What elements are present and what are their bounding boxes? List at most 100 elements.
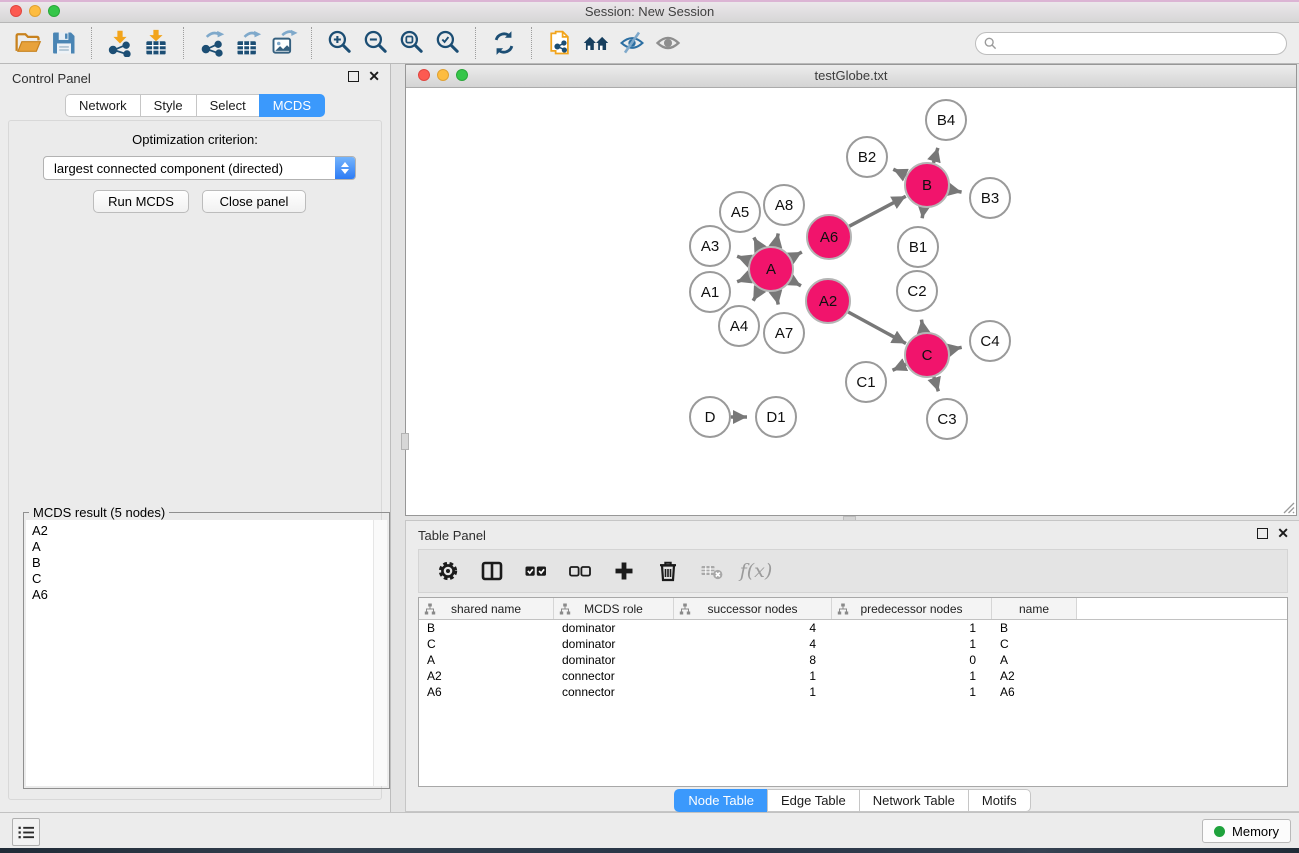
- network-zoom-button[interactable]: [456, 69, 468, 81]
- table-cell[interactable]: A2: [992, 668, 1077, 684]
- graph-node-A4[interactable]: A4: [719, 306, 759, 346]
- export-table-icon[interactable]: [230, 26, 266, 60]
- tab-edge-table[interactable]: Edge Table: [767, 789, 860, 812]
- table-cell[interactable]: 1: [832, 636, 992, 652]
- table-cell[interactable]: 4: [674, 636, 832, 652]
- table-cell[interactable]: connector: [554, 684, 674, 700]
- search-field[interactable]: [975, 32, 1287, 55]
- table-cell[interactable]: C: [419, 636, 554, 652]
- show-column-icon[interactable]: [477, 556, 507, 586]
- graph-node-C[interactable]: C: [905, 333, 949, 377]
- column-header-shared-name[interactable]: shared name: [419, 598, 554, 619]
- graph-node-A5[interactable]: A5: [720, 192, 760, 232]
- zoom-fit-icon[interactable]: [394, 26, 430, 60]
- zoom-in-icon[interactable]: [322, 26, 358, 60]
- tab-style[interactable]: Style: [140, 94, 197, 117]
- table-cell[interactable]: 1: [674, 684, 832, 700]
- run-mcds-button[interactable]: Run MCDS: [93, 190, 189, 213]
- graph-node-B3[interactable]: B3: [970, 178, 1010, 218]
- table-cell[interactable]: 8: [674, 652, 832, 668]
- select-all-icon[interactable]: [521, 556, 551, 586]
- minimize-window-button[interactable]: [29, 5, 41, 17]
- table-cell[interactable]: B: [992, 620, 1077, 636]
- close-panel-icon[interactable]: ✕: [1277, 527, 1289, 539]
- tab-motifs[interactable]: Motifs: [968, 789, 1031, 812]
- network-canvas[interactable]: AA1A2A3A4A5A6A7A8BB1B2B3B4CC1C2C3C4DD1: [406, 87, 1296, 515]
- tab-network[interactable]: Network: [65, 94, 141, 117]
- graph-node-A2[interactable]: A2: [806, 279, 850, 323]
- table-cell[interactable]: A6: [992, 684, 1077, 700]
- list-scrollbar[interactable]: [373, 520, 387, 786]
- network-window-titlebar[interactable]: testGlobe.txt: [406, 65, 1296, 88]
- resize-grip-icon[interactable]: [1281, 500, 1295, 514]
- table-row[interactable]: Adominator80A: [419, 652, 1287, 668]
- table-cell[interactable]: 0: [832, 652, 992, 668]
- table-cell[interactable]: connector: [554, 668, 674, 684]
- graph-node-B2[interactable]: B2: [847, 137, 887, 177]
- graph-node-D1[interactable]: D1: [756, 397, 796, 437]
- save-session-icon[interactable]: [46, 26, 82, 60]
- open-session-icon[interactable]: [10, 26, 46, 60]
- table-cell[interactable]: A2: [419, 668, 554, 684]
- table-cell[interactable]: 4: [674, 620, 832, 636]
- graph-node-A3[interactable]: A3: [690, 226, 730, 266]
- optimization-criterion-select[interactable]: largest connected component (directed): [43, 156, 356, 180]
- table-cell[interactable]: 1: [832, 684, 992, 700]
- float-panel-icon[interactable]: [1257, 528, 1268, 539]
- mcds-result-item[interactable]: A: [26, 539, 387, 555]
- table-cell[interactable]: 1: [832, 668, 992, 684]
- table-cell[interactable]: dominator: [554, 652, 674, 668]
- column-header-MCDS-role[interactable]: MCDS role: [554, 598, 674, 619]
- graph-node-A7[interactable]: A7: [764, 313, 804, 353]
- show-graphics-details-icon[interactable]: [650, 26, 686, 60]
- tab-mcds[interactable]: MCDS: [259, 94, 325, 117]
- graph-node-B[interactable]: B: [905, 163, 949, 207]
- graph-node-B1[interactable]: B1: [898, 227, 938, 267]
- zoom-out-icon[interactable]: [358, 26, 394, 60]
- graph-node-B4[interactable]: B4: [926, 100, 966, 140]
- refresh-icon[interactable]: [486, 26, 522, 60]
- hide-graphics-details-icon[interactable]: [614, 26, 650, 60]
- table-row[interactable]: A2connector11A2: [419, 668, 1287, 684]
- close-panel-icon[interactable]: ✕: [368, 70, 380, 82]
- table-cell[interactable]: A6: [419, 684, 554, 700]
- graph-node-C3[interactable]: C3: [927, 399, 967, 439]
- column-header-predecessor-nodes[interactable]: predecessor nodes: [832, 598, 992, 619]
- table-row[interactable]: Bdominator41B: [419, 620, 1287, 636]
- table-cell[interactable]: 1: [832, 620, 992, 636]
- first-neighbors-icon[interactable]: [578, 26, 614, 60]
- zoom-window-button[interactable]: [48, 5, 60, 17]
- export-network-icon[interactable]: [194, 26, 230, 60]
- float-panel-icon[interactable]: [348, 71, 359, 82]
- tab-select[interactable]: Select: [196, 94, 260, 117]
- search-input[interactable]: [1003, 35, 1278, 51]
- graph-node-C2[interactable]: C2: [897, 271, 937, 311]
- table-cell[interactable]: C: [992, 636, 1077, 652]
- tab-network-table[interactable]: Network Table: [859, 789, 969, 812]
- mcds-result-item[interactable]: C: [26, 571, 387, 587]
- network-close-button[interactable]: [418, 69, 430, 81]
- memory-button[interactable]: Memory: [1202, 819, 1291, 843]
- import-network-icon[interactable]: [102, 26, 138, 60]
- tab-node-table[interactable]: Node Table: [674, 789, 768, 812]
- divider-grip[interactable]: [401, 433, 409, 450]
- graph-node-A[interactable]: A: [749, 247, 793, 291]
- mcds-result-item[interactable]: B: [26, 555, 387, 571]
- export-image-icon[interactable]: [266, 26, 302, 60]
- mcds-result-item[interactable]: A2: [26, 523, 387, 539]
- graph-node-C4[interactable]: C4: [970, 321, 1010, 361]
- graph-node-C1[interactable]: C1: [846, 362, 886, 402]
- table-cell[interactable]: A: [419, 652, 554, 668]
- graph-node-A8[interactable]: A8: [764, 185, 804, 225]
- close-panel-button[interactable]: Close panel: [202, 190, 306, 213]
- delete-row-icon[interactable]: [653, 556, 683, 586]
- graph-node-A1[interactable]: A1: [690, 272, 730, 312]
- task-history-button[interactable]: [12, 818, 40, 846]
- zoom-selected-icon[interactable]: [430, 26, 466, 60]
- table-cell[interactable]: 1: [674, 668, 832, 684]
- table-cell[interactable]: dominator: [554, 636, 674, 652]
- table-cell[interactable]: B: [419, 620, 554, 636]
- mcds-result-list[interactable]: A2ABCA6: [26, 520, 387, 786]
- network-minimize-button[interactable]: [437, 69, 449, 81]
- deselect-all-icon[interactable]: [565, 556, 595, 586]
